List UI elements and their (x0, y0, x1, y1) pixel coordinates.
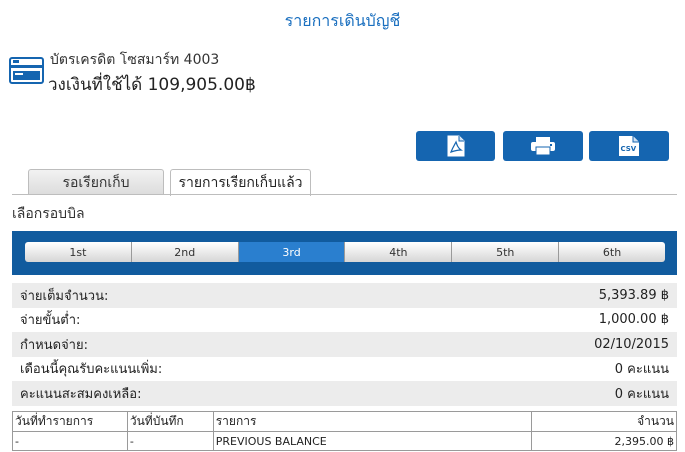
csv-icon-label: CSV (621, 145, 637, 153)
cycle-option-3rd[interactable]: 3rd (238, 242, 346, 262)
summary-label: คะแนนสะสมคงเหลือ: (20, 386, 142, 402)
column-header-transaction-date: วันที่ทำรายการ (12, 411, 128, 432)
summary-value: 02/10/2015 (594, 336, 669, 352)
cycle-option-5th[interactable]: 5th (452, 242, 560, 262)
cell-posting-date: - (126, 431, 214, 451)
csv-download-button[interactable]: CSV (589, 131, 669, 161)
cell-transaction-date: - (12, 431, 128, 451)
printer-icon (531, 137, 555, 156)
summary-label: เดือนนี้คุณรับคะแนนเพิ่ม: (20, 362, 163, 378)
cycle-option-2nd[interactable]: 2nd (131, 242, 239, 262)
csv-icon: CSV (619, 136, 639, 156)
summary-label: จ่ายเต็มจำนวน: (20, 288, 109, 304)
table-header-row: วันที่ทำรายการ วันที่บันทึก รายการ จำนวน (12, 411, 677, 432)
page-title: รายการเดินบัญชี (284, 11, 401, 30)
summary-row-min-payment: จ่ายขั้นต่ำ: 1,000.00 ฿ (12, 308, 677, 333)
cycle-option-1st[interactable]: 1st (25, 242, 132, 262)
column-header-amount: จำนวน (531, 411, 677, 432)
billing-cycle-selector: 1st 2nd 3rd 4th 5th 6th (25, 242, 665, 262)
summary-label: จ่ายขั้นต่ำ: (20, 313, 81, 329)
tab-pending[interactable]: รอเรียกเก็บ (28, 169, 164, 195)
credit-card-icon (9, 57, 44, 84)
summary-row-points-earned: เดือนนี้คุณรับคะแนนเพิ่ม: 0 คะแนน (12, 357, 677, 382)
cycle-option-4th[interactable]: 4th (345, 242, 453, 262)
cycle-label: เลือกรอบบิล (12, 206, 85, 222)
summary-row-due-date: กำหนดจ่าย: 02/10/2015 (12, 332, 677, 357)
summary-value: 0 คะแนน (614, 362, 669, 378)
table-row: - - PREVIOUS BALANCE 2,395.00 ฿ (12, 431, 677, 451)
billing-cycle-bar: 1st 2nd 3rd 4th 5th 6th (12, 231, 677, 275)
tab-billed[interactable]: รายการเรียกเก็บแล้ว (170, 169, 311, 196)
tab-divider (12, 194, 677, 195)
cycle-option-6th[interactable]: 6th (559, 242, 665, 262)
summary-label: กำหนดจ่าย: (20, 337, 88, 353)
column-header-description: รายการ (212, 411, 533, 432)
summary-row-full-payment: จ่ายเต็มจำนวน: 5,393.89 ฿ (12, 283, 677, 308)
column-header-posting-date: วันที่บันทึก (126, 411, 214, 432)
print-button[interactable] (503, 131, 583, 161)
summary-value: 0 คะแนน (614, 386, 669, 402)
cell-amount: 2,395.00 ฿ (531, 431, 677, 451)
summary-row-points-balance: คะแนนสะสมคงเหลือ: 0 คะแนน (12, 381, 677, 406)
available-limit: วงเงินที่ใช้ได้ 109,905.00฿ (48, 75, 256, 95)
card-name: บัตรเครดิต โซสมาร์ท 4003 (50, 52, 220, 68)
pdf-icon (447, 135, 464, 157)
pdf-download-button[interactable] (416, 131, 495, 161)
cell-description: PREVIOUS BALANCE (212, 431, 533, 451)
transactions-table: วันที่ทำรายการ วันที่บันทึก รายการ จำนวน… (12, 411, 677, 451)
statement-summary: จ่ายเต็มจำนวน: 5,393.89 ฿ จ่ายขั้นต่ำ: 1… (12, 283, 677, 406)
summary-value: 5,393.89 ฿ (598, 287, 669, 303)
summary-value: 1,000.00 ฿ (598, 312, 669, 328)
